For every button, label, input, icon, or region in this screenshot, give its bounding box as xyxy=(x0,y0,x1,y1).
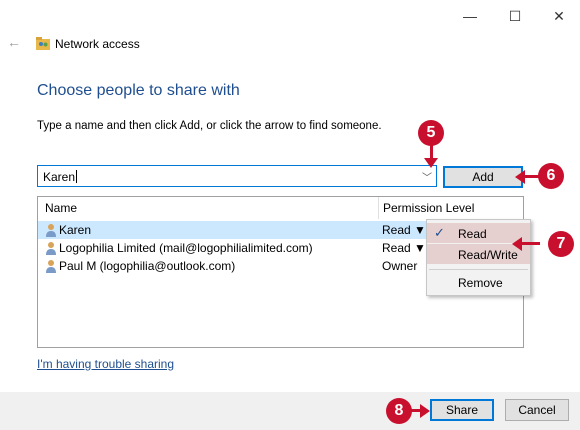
permission-dropdown[interactable]: Read ▼ xyxy=(382,241,426,255)
row-name: Logophilia Limited (mail@logophilialimit… xyxy=(59,241,313,255)
menu-item-label: Remove xyxy=(458,276,503,290)
callout-8: 8 xyxy=(386,398,412,424)
trouble-sharing-link[interactable]: I'm having trouble sharing xyxy=(37,357,174,371)
name-input[interactable]: Karen xyxy=(43,170,75,184)
page-title: Choose people to share with xyxy=(37,82,240,99)
minimize-button[interactable]: — xyxy=(458,6,482,26)
row-name: Paul M (logophilia@outlook.com) xyxy=(59,259,236,273)
menu-item-remove[interactable]: Remove xyxy=(427,272,530,292)
network-access-dialog: — ☐ ✕ ← Network access Choose people to … xyxy=(0,0,580,430)
menu-item-label: Read xyxy=(458,227,487,241)
close-button[interactable]: ✕ xyxy=(547,6,571,26)
name-combobox[interactable]: Karen ﹀ xyxy=(37,165,437,187)
checkmark-icon: ✓ xyxy=(434,225,445,240)
chevron-down-icon[interactable]: ﹀ xyxy=(422,169,432,184)
menu-item-label: Read/Write xyxy=(458,248,518,262)
callout-arrowhead xyxy=(424,158,438,168)
callout-5: 5 xyxy=(418,120,444,146)
network-access-icon xyxy=(36,37,50,50)
user-icon xyxy=(46,224,56,237)
back-arrow-icon[interactable]: ← xyxy=(7,34,21,50)
column-divider[interactable] xyxy=(378,197,379,219)
callout-arrowhead xyxy=(515,170,525,184)
instruction-text: Type a name and then click Add, or click… xyxy=(37,120,382,132)
callout-6: 6 xyxy=(538,163,564,189)
share-button[interactable]: Share xyxy=(430,399,494,421)
user-icon xyxy=(46,242,56,255)
add-button[interactable]: Add xyxy=(443,166,523,188)
column-header-permission[interactable]: Permission Level xyxy=(383,197,474,219)
menu-divider xyxy=(429,269,528,270)
callout-pointer xyxy=(520,242,540,245)
permission-menu: ✓ Read Read/Write Remove xyxy=(426,219,531,296)
cancel-button[interactable]: Cancel xyxy=(505,399,569,421)
permission-dropdown[interactable]: Read ▼ xyxy=(382,223,426,237)
callout-arrowhead xyxy=(420,404,430,418)
maximize-button[interactable]: ☐ xyxy=(503,6,527,26)
user-icon xyxy=(46,260,56,273)
callout-7: 7 xyxy=(548,231,574,257)
column-header-name[interactable]: Name xyxy=(45,197,77,219)
row-name: Karen xyxy=(59,223,92,237)
permission-value: Owner xyxy=(382,259,418,273)
window-title: Network access xyxy=(55,37,140,51)
callout-arrowhead xyxy=(512,237,522,251)
text-caret xyxy=(76,170,77,183)
